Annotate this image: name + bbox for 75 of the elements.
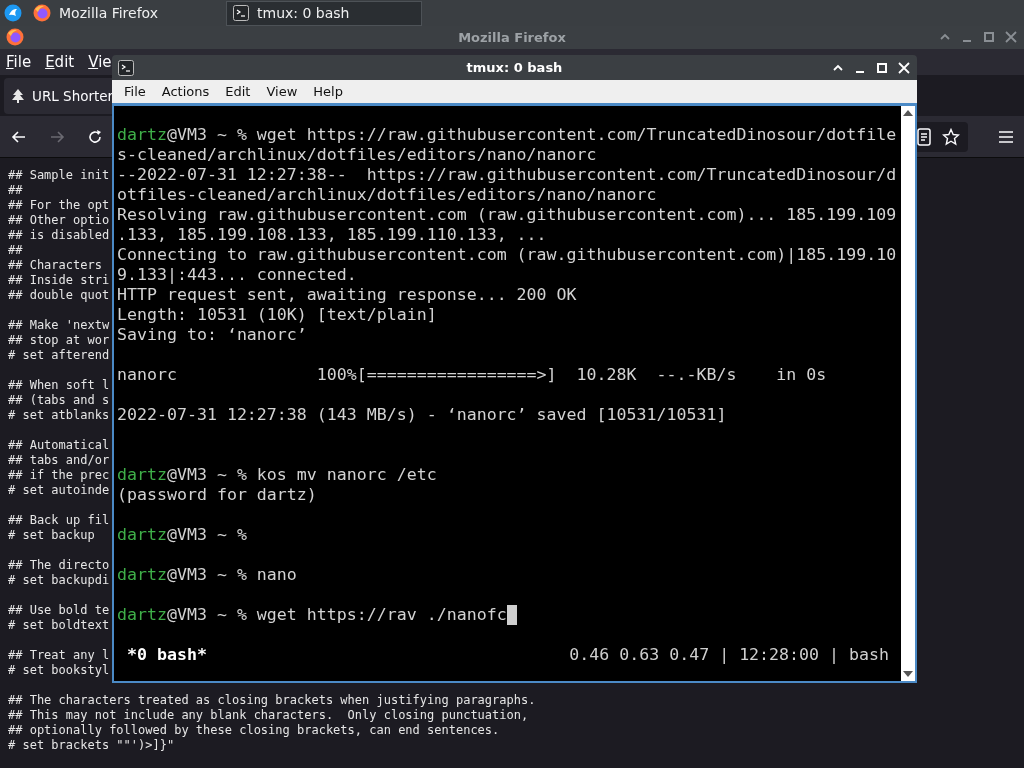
terminal-line: dartz@VM3 ~ % nano [117, 565, 297, 585]
maximize-icon[interactable] [875, 60, 889, 75]
terminal-line: .133, 185.199.108.133, 185.199.110.133, ... [117, 225, 547, 245]
text-line: ## tabs and/or [8, 453, 110, 468]
text-line: ## Other optio [8, 213, 110, 228]
terminal-line: dartz@VM3 ~ % [117, 525, 247, 545]
text-line: ## Inside stri [8, 273, 110, 288]
menu-item[interactable]: Actions [161, 84, 210, 99]
scrollbar[interactable] [901, 106, 915, 681]
terminal-line: Saving to: ‘nanorc’ [117, 325, 307, 345]
text-line: ## (tabs and s [8, 393, 110, 408]
terminal-line: --2022-07-31 12:27:38-- https://raw.githubusercontent.com/TruncatedDinosour/d [117, 165, 897, 185]
text-line: ## [8, 183, 23, 198]
text-line: # set backupdi [8, 573, 110, 588]
scroll-down-icon[interactable] [903, 671, 913, 677]
text-line: ## Use bold te [8, 603, 110, 618]
terminal-line: 9.133|:443... connected. [117, 265, 357, 285]
status-text: 0.46 0.63 0.47 | 12:28:00 | bash [569, 645, 889, 665]
terminal-line: Connecting to raw.githubusercontent.com (raw.githubusercontent.com)|185.199.10 [117, 245, 897, 265]
text-line: ## stop at wor [8, 333, 110, 348]
text-line: ## Sample init [8, 168, 110, 183]
terminal-line: dartz@VM3 ~ % wget https://rav ./nanofc [117, 605, 517, 625]
terminal-line: nanorc 100%[=================>] 10.28K --.-KB/s in 0s [117, 365, 827, 385]
terminal-line: Resolving raw.githubusercontent.com (raw.githubusercontent.com)... 185.199.109 [117, 205, 897, 225]
text-line: # set atblanks [8, 408, 110, 423]
menu-item[interactable]: View [266, 84, 298, 99]
text-line: ## Make 'nextw [8, 318, 110, 333]
terminal-line: dartz@VM3 ~ % kos mv nanorc /etc [117, 465, 437, 485]
star-icon[interactable] [942, 127, 960, 146]
terminal-line: (password for dartz) [117, 485, 317, 505]
menu-icon[interactable] [998, 129, 1014, 144]
text-line: ## This may not include any blank characters. Only closing punctuation, [8, 708, 529, 723]
text-line: ## The directo [8, 558, 110, 573]
terminal-line: HTTP request sent, awaiting response... 200 OK [117, 285, 577, 305]
text-line: # set boldtext [8, 618, 110, 633]
text-line: ## [8, 243, 23, 258]
reload-icon[interactable] [86, 127, 104, 146]
launcher-icon[interactable] [4, 4, 22, 22]
tree-icon [10, 87, 26, 104]
menu-item[interactable]: Vie [88, 52, 112, 71]
terminal-line: otfiles-cleaned/archlinux/dotfiles/editors/nano/nanorc [117, 185, 657, 205]
text-line: ## if the prec [8, 468, 110, 483]
window-title: Mozilla Firefox [458, 29, 566, 45]
text-line: # set afterend [8, 348, 110, 363]
text-line: ## For the opt [8, 198, 110, 213]
text-line: ## Treat any l [8, 648, 110, 663]
text-line: ## The characters treated as closing brackets when justifying paragraphs. [8, 693, 536, 708]
terminal-line: dartz@VM3 ~ % wget https://raw.githubusercontent.com/TruncatedDinosour/dotfile [117, 125, 897, 145]
taskbar-task[interactable]: tmux: 0 bash [226, 0, 422, 26]
text-line: # set backup [8, 528, 95, 543]
menu-item[interactable]: Edit [45, 52, 75, 71]
menu-item[interactable]: File [6, 52, 32, 71]
terminal-line: 2022-07-31 12:27:38 (143 MB/s) - ‘nanorc’ saved [10531/10531] [117, 405, 727, 425]
terminal-icon [118, 59, 134, 76]
status-text: *0 bash* [127, 645, 207, 665]
text-line: ## Back up fil [8, 513, 110, 528]
text-line: ## Automatical [8, 438, 110, 453]
terminal-line: Length: 10531 (10K) [text/plain] [117, 305, 437, 325]
document-icon[interactable] [916, 127, 932, 146]
text-line: ## When soft l [8, 378, 110, 393]
text-line: ## is disabled [8, 228, 110, 243]
app-logo-icon [6, 28, 24, 47]
terminal-line: s-cleaned/archlinux/dotfiles/editors/nano/nanorc [117, 145, 597, 165]
text-line: # set autoinde [8, 483, 110, 498]
app-logo-icon [33, 4, 51, 22]
text-line: ## optionally followed by these closing brackets, can end sentences. [8, 723, 500, 738]
menu-item[interactable]: File [124, 84, 146, 99]
terminal-icon [233, 5, 249, 21]
text-line: # set bookstyl [8, 663, 110, 678]
window-title: tmux: 0 bash [466, 60, 563, 75]
menu-item[interactable]: Edit [225, 84, 251, 99]
text-line: ## double quot [8, 288, 110, 303]
text-line: # set brackets ""')>]}" [8, 738, 175, 753]
menu-item[interactable]: Help [313, 84, 343, 99]
text-line: ## Characters [8, 258, 102, 273]
